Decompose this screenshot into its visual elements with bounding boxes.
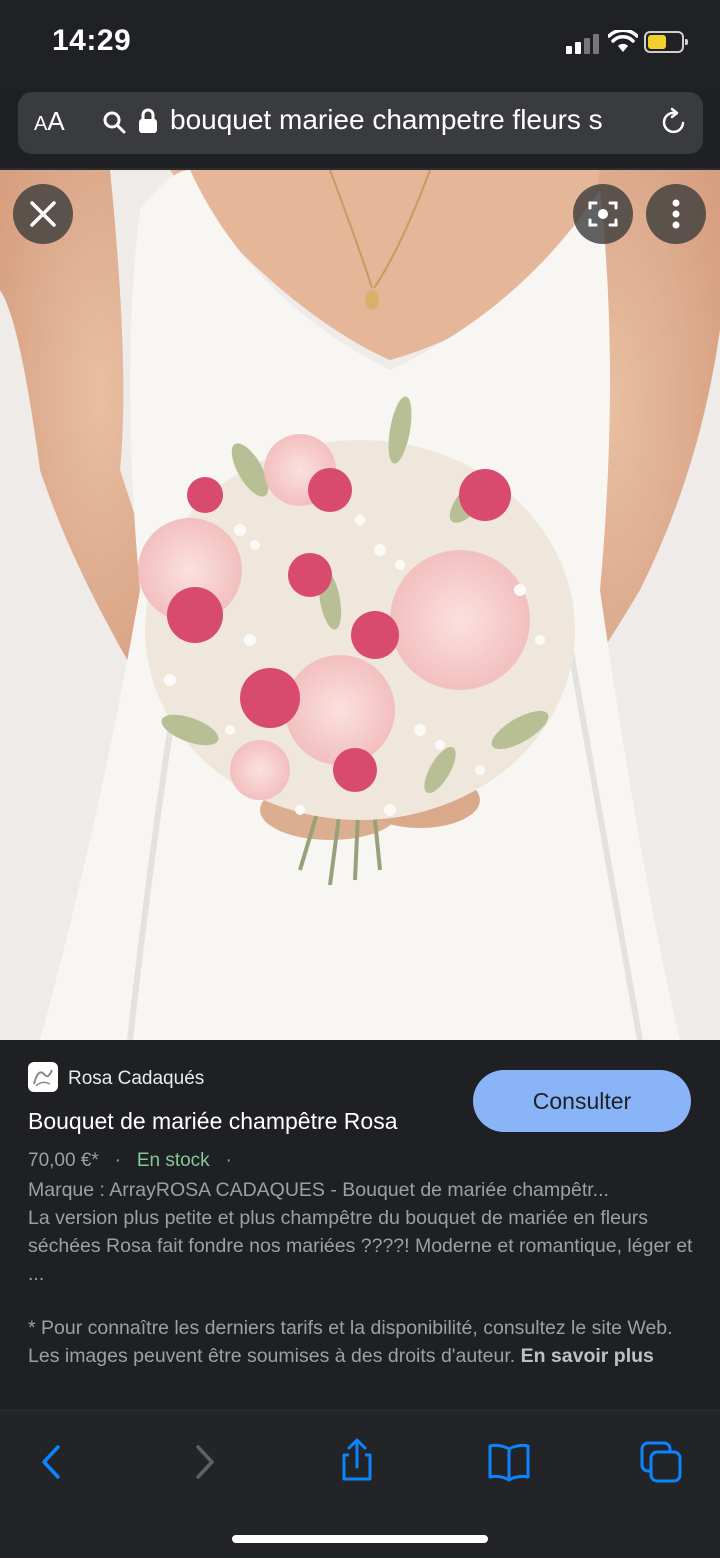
price-availability: 70,00 €* · En stock · — [28, 1150, 232, 1172]
forward-icon[interactable] — [182, 1439, 228, 1485]
bookmarks-icon[interactable] — [486, 1439, 532, 1485]
wifi-icon — [608, 30, 638, 52]
separator-dot: · — [114, 1150, 121, 1171]
bouquet-photo — [0, 170, 720, 1040]
address-bar[interactable]: AA bouquet mariee champetre fleurs s — [18, 92, 703, 154]
result-image[interactable] — [0, 170, 720, 1040]
price: 70,00 €* — [28, 1150, 99, 1171]
aa-large-label: A — [47, 106, 65, 136]
status-bar: 14:29 — [0, 0, 720, 90]
lock-icon — [139, 108, 157, 133]
back-icon[interactable] — [28, 1439, 74, 1485]
url-text[interactable]: bouquet mariee champetre fleurs s — [170, 104, 630, 136]
reader-options-button[interactable]: AA — [34, 106, 65, 137]
search-icon — [103, 111, 126, 134]
aa-small-label: A — [34, 113, 48, 135]
description-body: La version plus petite et plus champêtre… — [28, 1207, 693, 1285]
copyright-disclaimer: * Pour connaître les derniers tarifs et … — [28, 1314, 698, 1370]
share-icon[interactable] — [334, 1437, 380, 1483]
cellular-signal-icon — [566, 34, 600, 54]
lens-icon[interactable] — [573, 184, 633, 244]
description-brand-line: Marque : ArrayROSA CADAQUES - Bouquet de… — [28, 1179, 609, 1201]
rosa-logo-icon — [33, 1069, 53, 1087]
reload-icon[interactable] — [658, 106, 690, 138]
source-name[interactable]: Rosa Cadaqués — [68, 1068, 204, 1090]
home-indicator[interactable] — [232, 1535, 488, 1543]
result-title[interactable]: Bouquet de mariée champêtre Rosa — [28, 1108, 398, 1135]
tabs-icon[interactable] — [638, 1439, 684, 1485]
site-favicon — [28, 1062, 58, 1092]
battery-icon — [644, 31, 688, 53]
learn-more-link[interactable]: En savoir plus — [521, 1345, 654, 1367]
separator-dot: · — [225, 1150, 232, 1171]
result-details-panel: Rosa Cadaqués Bouquet de mariée champêtr… — [0, 1040, 720, 1410]
more-vert-icon[interactable] — [646, 184, 706, 244]
consult-button[interactable]: Consulter — [473, 1070, 691, 1132]
result-description: Marque : ArrayROSA CADAQUES - Bouquet de… — [28, 1176, 698, 1288]
close-icon[interactable] — [13, 184, 73, 244]
availability-badge: En stock — [136, 1150, 210, 1171]
status-time: 14:29 — [52, 24, 132, 57]
